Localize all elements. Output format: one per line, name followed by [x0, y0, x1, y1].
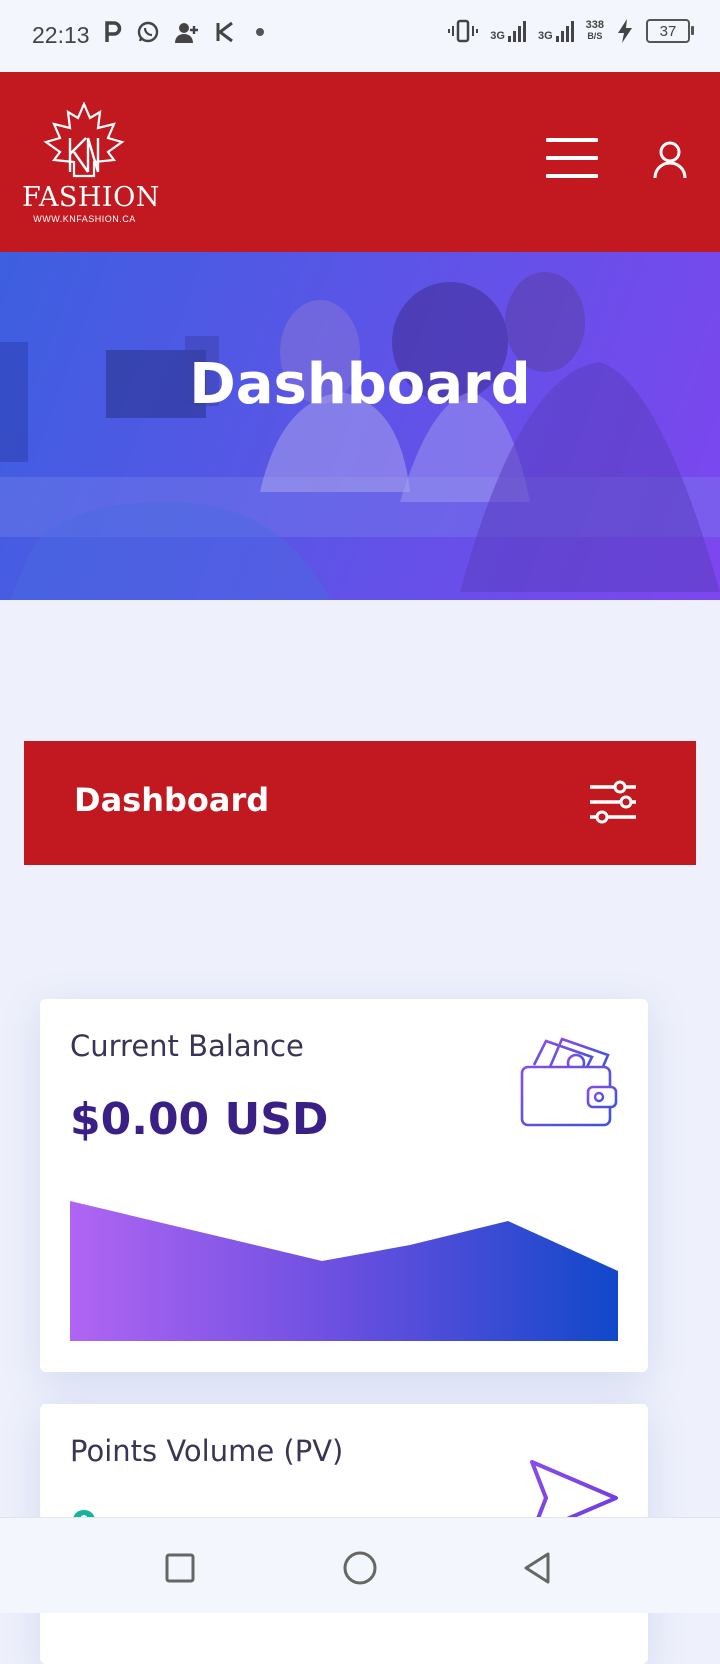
- hero-background-image: [0, 272, 720, 600]
- chart-area: [70, 1201, 618, 1341]
- signal-icon: [555, 21, 574, 42]
- section-title: Dashboard: [74, 781, 270, 819]
- add-contact-icon: [175, 23, 198, 43]
- filter-icon[interactable]: [588, 779, 638, 825]
- dashboard-section-bar: Dashboard: [24, 741, 696, 865]
- signal-2: 3G: [538, 20, 574, 42]
- current-balance-card: Current Balance $0.00 USD: [40, 999, 648, 1372]
- parking-icon: [105, 21, 122, 42]
- pv-label: Points Volume (PV): [70, 1434, 344, 1468]
- vibrate-icon: [448, 19, 479, 43]
- balance-label: Current Balance: [70, 1029, 304, 1063]
- notification-icons: [104, 20, 270, 44]
- signal-icon: [507, 21, 526, 42]
- balance-area-chart: [70, 1201, 618, 1341]
- user-icon[interactable]: [652, 140, 688, 180]
- circle-icon[interactable]: [340, 1548, 380, 1588]
- status-time: 22:13: [32, 22, 90, 48]
- app-k-icon: [216, 21, 233, 43]
- logo-wordmark: FASHION: [22, 182, 160, 213]
- battery-indicator: 37: [646, 19, 694, 43]
- menu-line: [546, 138, 598, 142]
- hero-title: Dashboard: [189, 352, 531, 417]
- menu-icon[interactable]: [546, 138, 598, 180]
- wallet-icon: [520, 1037, 618, 1127]
- dot-icon: [256, 28, 264, 36]
- hero-banner: Dashboard: [0, 252, 720, 600]
- network-speed: 338 B/S: [585, 19, 604, 42]
- signal-1: 3G: [490, 20, 526, 42]
- whatsapp-icon: [137, 21, 159, 43]
- site-header: FASHION WWW.KNFASHION.CA: [0, 72, 720, 252]
- logo-url: WWW.KNFASHION.CA: [33, 214, 136, 224]
- square-icon[interactable]: [160, 1548, 200, 1588]
- system-navigation-bar: [0, 1517, 720, 1613]
- balance-value: $0.00 USD: [70, 1094, 329, 1145]
- menu-line: [546, 174, 598, 178]
- system-icons: 3G 3G 338 B/S 37: [448, 18, 694, 44]
- charging-icon: [618, 19, 632, 43]
- menu-line: [546, 156, 598, 160]
- back-icon[interactable]: [518, 1548, 558, 1588]
- status-bar: 22:13 3G 3G 338 B/S 37: [0, 0, 720, 72]
